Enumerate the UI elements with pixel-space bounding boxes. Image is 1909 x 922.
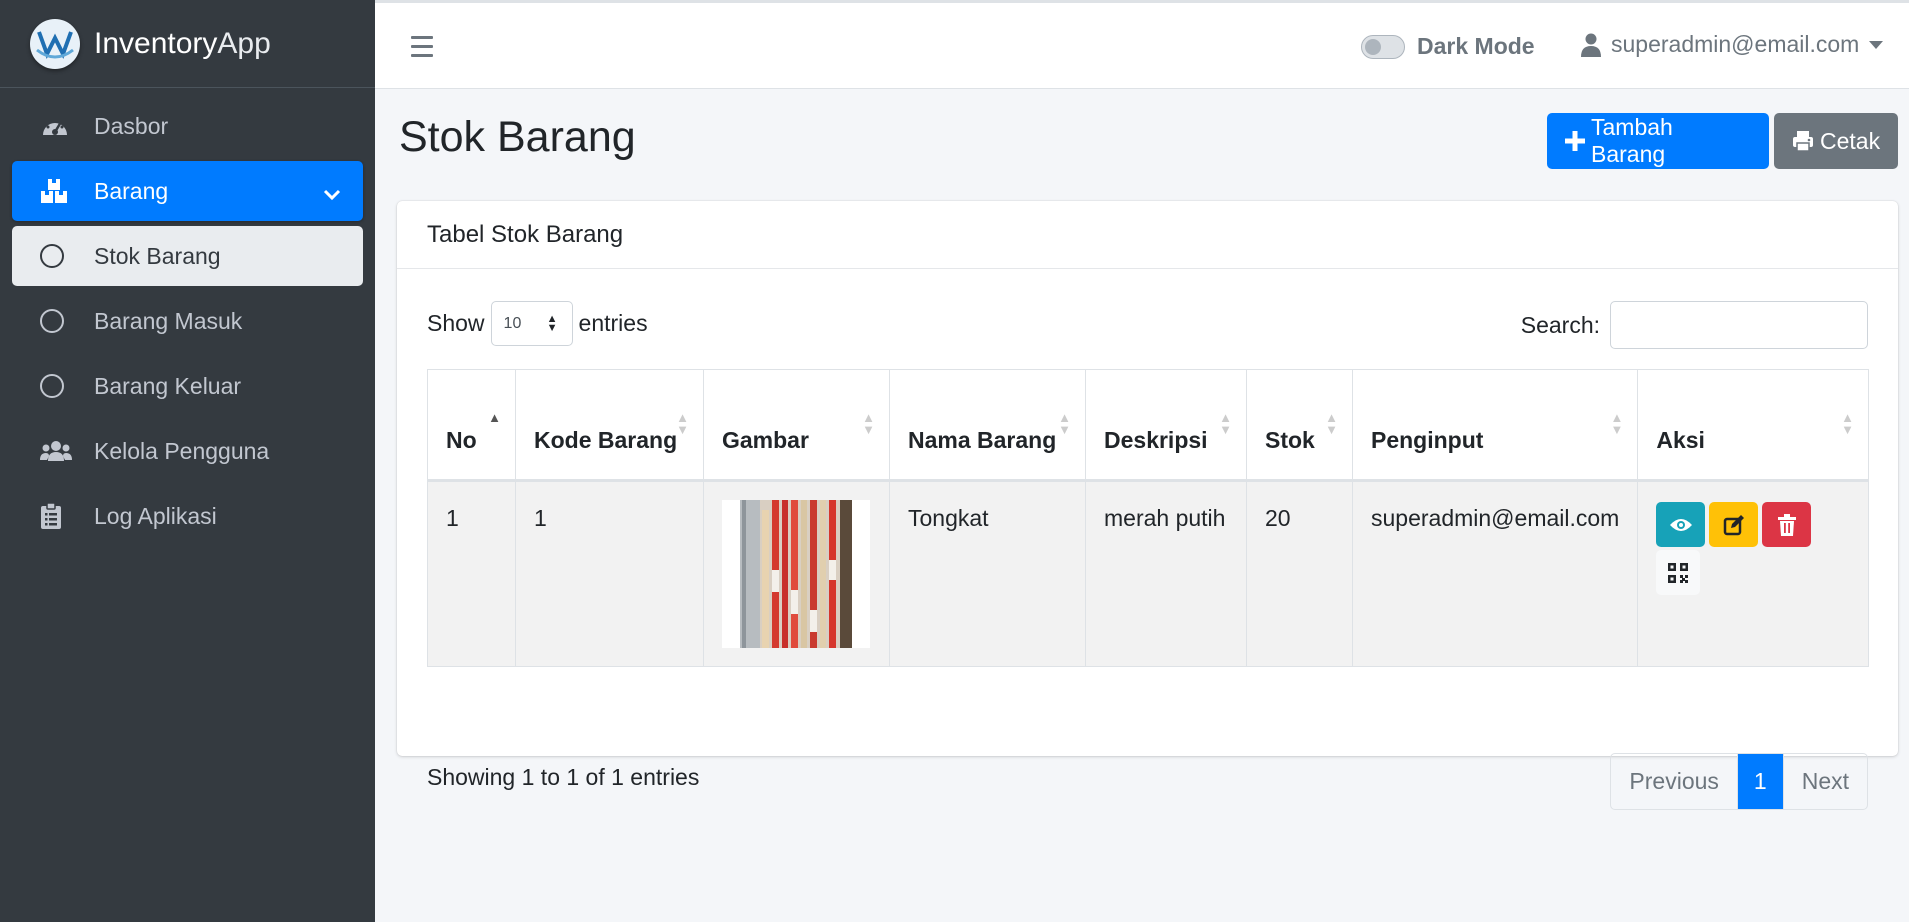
sidebar-item-label: Kelola Pengguna: [94, 437, 270, 464]
circle-icon: [40, 372, 74, 400]
cell-penginput: superadmin@email.com: [1351, 480, 1639, 667]
column-header-kode-barang[interactable]: Kode Barang ▲ ▼: [515, 369, 704, 482]
pagination-previous[interactable]: Previous: [1611, 754, 1736, 809]
sort-icon: ▲ ▼: [862, 410, 875, 437]
caret-down-icon: [1869, 40, 1884, 49]
column-header-no[interactable]: No ▲: [427, 369, 516, 482]
column-header-stok[interactable]: Stok ▲ ▼: [1246, 369, 1353, 482]
cell-deskripsi: merah putih: [1085, 480, 1247, 667]
sidebar-item-label: Barang Keluar: [94, 372, 242, 399]
dark-mode-switch[interactable]: Dark Mode: [1361, 33, 1535, 60]
cell-kode: 1: [515, 480, 704, 667]
main-content: Stok Barang Tambah Barang Cetak Tabel St…: [375, 89, 1909, 922]
eye-icon: [1669, 517, 1693, 533]
sidebar-item-label: Barang: [94, 177, 169, 204]
search-input[interactable]: [1610, 301, 1868, 349]
sort-icon: ▲: [488, 410, 501, 425]
add-item-button[interactable]: Tambah Barang: [1547, 113, 1769, 169]
brand-text: InventoryApp: [94, 26, 271, 60]
show-label: Show: [427, 310, 485, 336]
column-header-deskripsi[interactable]: Deskripsi ▲ ▼: [1085, 369, 1247, 482]
cell-no: 1: [427, 480, 516, 667]
sort-icon: ▲ ▼: [676, 410, 689, 437]
entries-select[interactable]: 10 ▲ ▼: [490, 301, 573, 346]
card-title: Tabel Stok Barang: [397, 201, 1898, 269]
print-button[interactable]: Cetak: [1774, 113, 1898, 169]
sidebar-item-label: Barang Masuk: [94, 307, 243, 334]
top-navbar: Dark Mode superadmin@email.com: [375, 0, 1909, 89]
circle-icon: [40, 307, 74, 335]
sidebar-item-barang-keluar[interactable]: Barang Keluar: [12, 356, 363, 416]
column-header-penginput[interactable]: Penginput ▲ ▼: [1351, 369, 1639, 482]
trash-icon: [1777, 513, 1796, 536]
row-actions: [1656, 502, 1816, 595]
plus-icon: [1565, 131, 1585, 151]
sort-icon: ▲ ▼: [1610, 410, 1624, 437]
table-row: 1 1 Tongkat merah putih 20 superadmin@em…: [427, 480, 1869, 667]
cell-stok: 20: [1246, 480, 1353, 667]
column-header-nama-barang[interactable]: Nama Barang ▲ ▼: [889, 369, 1086, 482]
menu-toggle-icon[interactable]: [411, 36, 433, 63]
dark-mode-label: Dark Mode: [1417, 33, 1535, 59]
sidebar-item-label: Stok Barang: [94, 242, 221, 269]
cell-gambar: [703, 480, 890, 667]
brand-logo: [30, 18, 80, 69]
item-thumbnail[interactable]: [722, 500, 870, 648]
user-menu[interactable]: superadmin@email.com: [1581, 31, 1884, 58]
qrcode-icon: [1668, 562, 1689, 583]
search-label: Search:: [1520, 311, 1600, 338]
entries-value: 10: [503, 314, 522, 332]
tachometer-icon: [40, 112, 74, 140]
entries-label: entries: [578, 310, 648, 336]
stock-table: No ▲ Kode Barang ▲ ▼ Gambar ▲ ▼ Nama Barang ▲ ▼…: [427, 369, 1869, 667]
sidebar-item-label: Log Aplikasi: [94, 502, 217, 529]
print-label: Cetak: [1820, 127, 1881, 154]
pagination-next[interactable]: Next: [1782, 754, 1867, 809]
sidebar: InventoryApp Dasbor Barang Stok Barang B…: [0, 0, 375, 922]
sidebar-item-barang[interactable]: Barang: [12, 161, 363, 221]
column-header-gambar[interactable]: Gambar ▲ ▼: [703, 369, 890, 482]
page-title: Stok Barang: [399, 113, 636, 161]
table-info: Showing 1 to 1 of 1 entries: [427, 764, 700, 790]
sidebar-item-kelola-pengguna[interactable]: Kelola Pengguna: [12, 421, 363, 481]
clipboard-list-icon: [40, 502, 74, 530]
view-button[interactable]: [1656, 502, 1706, 547]
dark-mode-toggle[interactable]: [1361, 34, 1405, 59]
circle-icon: [40, 242, 74, 270]
user-icon: [1581, 33, 1601, 57]
stock-table-card: Tabel Stok Barang Show 10 ▲ ▼ entries Sea…: [397, 201, 1898, 810]
sort-arrows-icon: ▲ ▼: [546, 313, 558, 334]
table-header-row: No ▲ Kode Barang ▲ ▼ Gambar ▲ ▼ Nama Barang ▲ ▼…: [427, 369, 1869, 482]
add-item-label: Tambah Barang: [1591, 114, 1673, 167]
users-icon: [40, 437, 74, 465]
sidebar-item-log-aplikasi[interactable]: Log Aplikasi: [12, 486, 363, 546]
cell-aksi: [1637, 480, 1869, 667]
delete-button[interactable]: [1762, 502, 1812, 547]
sort-icon: ▲ ▼: [1058, 410, 1071, 437]
boxes-icon: [40, 177, 74, 205]
cell-nama: Tongkat: [889, 480, 1086, 667]
entries-length-control: Show 10 ▲ ▼ entries: [427, 301, 648, 346]
table-search: Search:: [1521, 301, 1868, 349]
edit-button[interactable]: [1709, 502, 1759, 547]
qrcode-button[interactable]: [1656, 550, 1701, 595]
sidebar-item-barang-masuk[interactable]: Barang Masuk: [12, 291, 363, 351]
pagination: Previous 1 Next: [1610, 753, 1868, 810]
sort-icon: ▲ ▼: [1325, 410, 1338, 437]
column-header-aksi[interactable]: Aksi ▲ ▼: [1637, 369, 1869, 482]
chevron-down-icon: [323, 181, 341, 208]
sidebar-item-dasbor[interactable]: Dasbor: [12, 96, 363, 156]
edit-icon: [1723, 514, 1745, 536]
sort-icon: ▲ ▼: [1841, 410, 1854, 437]
sidebar-nav: Dasbor Barang Stok Barang Barang Masuk B…: [0, 88, 375, 559]
sidebar-item-label: Dasbor: [94, 112, 169, 139]
print-icon: [1792, 130, 1814, 152]
sidebar-item-stok-barang[interactable]: Stok Barang: [12, 226, 363, 286]
sort-icon: ▲ ▼: [1219, 410, 1232, 437]
user-email: superadmin@email.com: [1611, 31, 1860, 57]
brand-link[interactable]: InventoryApp: [0, 0, 375, 88]
pagination-page-1[interactable]: 1: [1736, 754, 1783, 809]
